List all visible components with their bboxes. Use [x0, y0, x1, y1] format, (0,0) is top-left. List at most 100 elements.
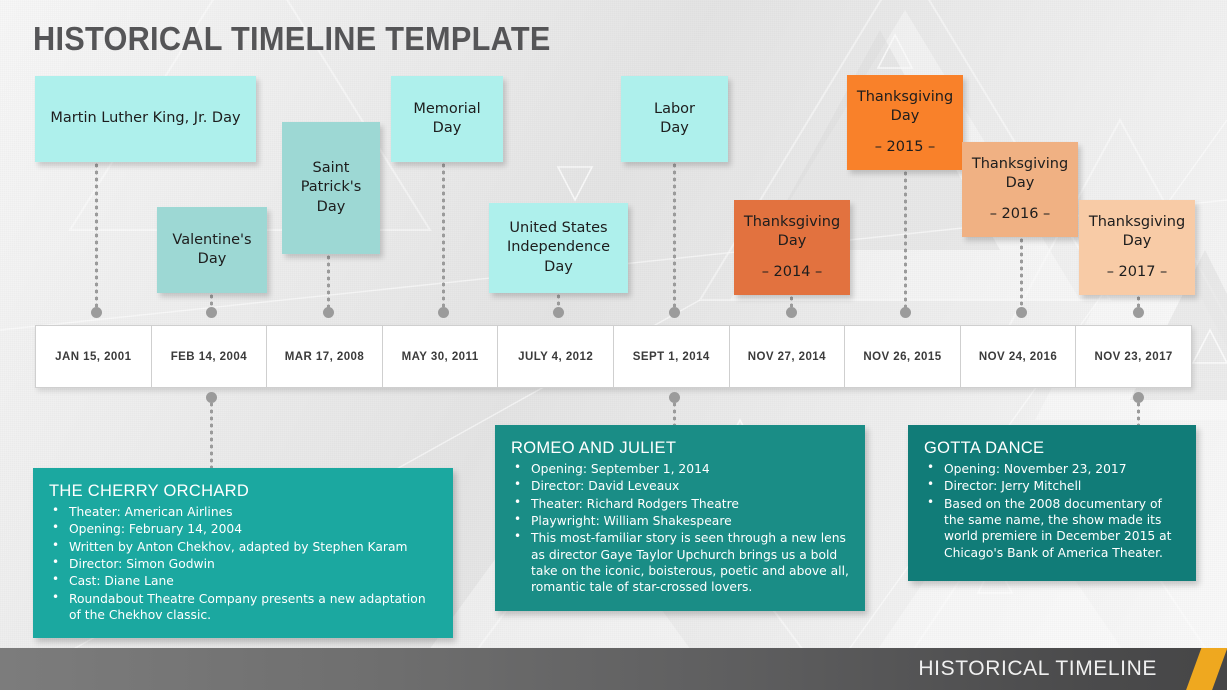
detail-card-bullet-list: Opening: September 1, 2014Director: Davi…	[511, 460, 849, 596]
connector-dots	[673, 162, 676, 309]
event-card-label: Thanksgiving Day	[971, 156, 1069, 192]
connector-endpoint-dot	[553, 307, 564, 318]
timeline-date-bar: JAN 15, 2001 FEB 14, 2004 MAR 17, 2008 MAY …	[35, 325, 1192, 388]
detail-card-title: THE CHERRY ORCHARD	[49, 482, 250, 500]
connector-line-thanksgiving-day-2017	[1133, 295, 1144, 318]
event-card-year: – 2014 –	[761, 263, 823, 280]
connector-endpoint-dot	[91, 307, 102, 318]
connector-endpoint-dot	[669, 307, 680, 318]
event-card-label: United States Independence Day	[506, 220, 611, 275]
detail-card-romeo-and-juliet[interactable]: ROMEO AND JULIET Opening: September 1, 20…	[495, 425, 865, 611]
timeline-date-cell[interactable]: SEPT 1, 2014	[614, 326, 730, 387]
connector-line-thanksgiving-day-2016	[1016, 237, 1027, 318]
event-card-label: Valentine's Day	[172, 231, 252, 267]
connector-endpoint-dot	[206, 307, 217, 318]
detail-card-bullet: This most-familiar story is seen through…	[511, 529, 849, 595]
connector-endpoint-dot	[1133, 307, 1144, 318]
event-card-label: Memorial Day	[413, 100, 481, 136]
connector-endpoint-dot	[669, 392, 680, 403]
timeline-date-label: NOV 24, 2016	[978, 350, 1058, 363]
event-card-labor-day[interactable]: Labor Day	[621, 76, 728, 162]
timeline-date-label: JULY 4, 2012	[518, 350, 594, 363]
detail-card-bullet: Roundabout Theatre Company presents a ne…	[49, 590, 437, 624]
connector-line-thanksgiving-day-2014	[786, 295, 797, 318]
connector-line-thanksgiving-day-2015	[900, 170, 911, 318]
timeline-date-cell[interactable]: FEB 14, 2004	[152, 326, 268, 387]
connector-endpoint-dot	[206, 392, 217, 403]
event-card-thanksgiving-day-2015[interactable]: Thanksgiving Day – 2015 –	[847, 75, 963, 170]
detail-card-title: GOTTA DANCE	[924, 439, 1045, 457]
connector-line-valentines-day	[206, 293, 217, 318]
connector-line-romeo-and-juliet	[669, 392, 680, 425]
connector-endpoint-dot	[1016, 307, 1027, 318]
slide-canvas: HISTORICAL TIMELINE TEMPLATE Martin Luth…	[0, 0, 1227, 690]
connector-endpoint-dot	[786, 307, 797, 318]
connector-dots	[1020, 237, 1023, 309]
footer-bar: HISTORICAL TIMELINE	[0, 648, 1227, 690]
detail-card-bullet: Opening: February 14, 2004	[49, 520, 437, 537]
connector-line-saint-patricks-day	[323, 254, 334, 318]
timeline-date-cell[interactable]: NOV 27, 2014	[730, 326, 846, 387]
connector-line-the-cherry-orchard	[206, 392, 217, 468]
detail-card-bullet: Director: Simon Godwin	[49, 555, 437, 572]
connector-dots	[327, 254, 330, 309]
connector-endpoint-dot	[1133, 392, 1144, 403]
detail-card-bullet: Director: Jerry Mitchell	[924, 477, 1180, 494]
detail-card-bullet-list: Opening: November 23, 2017Director: Jerr…	[924, 460, 1180, 561]
detail-card-the-cherry-orchard[interactable]: THE CHERRY ORCHARD Theater: American Airl…	[33, 468, 453, 639]
detail-card-bullet: Theater: American Airlines	[49, 503, 437, 520]
event-card-thanksgiving-day-2017[interactable]: Thanksgiving Day – 2017 –	[1079, 200, 1195, 295]
event-card-united-states-independence-day[interactable]: United States Independence Day	[489, 203, 628, 293]
detail-card-bullet: Opening: November 23, 2017	[924, 460, 1180, 477]
connector-line-memorial-day	[438, 162, 449, 318]
timeline-date-label: FEB 14, 2004	[170, 350, 248, 363]
event-card-thanksgiving-day-2016[interactable]: Thanksgiving Day – 2016 –	[962, 142, 1078, 237]
event-card-martin-luther-king-jr-day[interactable]: Martin Luther King, Jr. Day	[35, 76, 256, 162]
timeline-date-label: SEPT 1, 2014	[632, 350, 710, 363]
connector-endpoint-dot	[438, 307, 449, 318]
event-card-label: Martin Luther King, Jr. Day	[50, 110, 241, 127]
timeline-date-label: NOV 27, 2014	[747, 350, 826, 363]
detail-card-bullet: Playwright: William Shakespeare	[511, 512, 849, 529]
timeline-date-cell[interactable]: NOV 24, 2016	[961, 326, 1077, 387]
event-card-saint-patricks-day[interactable]: Saint Patrick's Day	[282, 122, 380, 254]
timeline-date-label: MAR 17, 2008	[284, 350, 365, 363]
timeline-date-label: JAN 15, 2001	[55, 350, 132, 363]
detail-card-bullet-list: Theater: American AirlinesOpening: Febru…	[49, 503, 437, 624]
timeline-date-label: MAY 30, 2011	[401, 350, 479, 363]
timeline-date-cell[interactable]: MAY 30, 2011	[383, 326, 499, 387]
detail-card-title: ROMEO AND JULIET	[511, 439, 677, 457]
event-card-thanksgiving-day-2014[interactable]: Thanksgiving Day – 2014 –	[734, 200, 850, 295]
detail-card-bullet: Director: David Leveaux	[511, 477, 849, 494]
connector-line-gotta-dance	[1133, 392, 1144, 425]
connector-line-united-states-independence-day	[553, 293, 564, 318]
detail-card-bullet: Based on the 2008 documentary of the sam…	[924, 495, 1180, 561]
timeline-date-label: NOV 26, 2015	[863, 350, 942, 363]
footer-label: HISTORICAL TIMELINE	[918, 657, 1157, 680]
timeline-date-cell[interactable]: MAR 17, 2008	[267, 326, 383, 387]
detail-card-bullet: Theater: Richard Rodgers Theatre	[511, 495, 849, 512]
event-card-valentines-day[interactable]: Valentine's Day	[157, 207, 267, 293]
detail-card-bullet: Cast: Diane Lane	[49, 572, 437, 589]
connector-line-martin-luther-king-jr-day	[91, 162, 102, 318]
timeline-date-cell[interactable]: JAN 15, 2001	[36, 326, 152, 387]
connector-dots	[442, 162, 445, 309]
detail-card-gotta-dance[interactable]: GOTTA DANCE Opening: November 23, 2017Dir…	[908, 425, 1196, 581]
timeline-date-cell[interactable]: NOV 23, 2017	[1076, 326, 1191, 387]
connector-dots	[904, 170, 907, 309]
event-card-memorial-day[interactable]: Memorial Day	[391, 76, 503, 162]
page-title: HISTORICAL TIMELINE TEMPLATE	[33, 20, 551, 57]
detail-card-bullet: Written by Anton Chekhov, adapted by Ste…	[49, 538, 437, 555]
timeline-date-cell[interactable]: NOV 26, 2015	[845, 326, 961, 387]
timeline-date-cell[interactable]: JULY 4, 2012	[498, 326, 614, 387]
event-card-label: Thanksgiving Day	[1088, 214, 1186, 250]
event-card-year: – 2017 –	[1106, 263, 1168, 280]
detail-card-bullet: Opening: September 1, 2014	[511, 460, 849, 477]
event-card-label: Labor Day	[653, 100, 695, 136]
connector-dots	[210, 401, 213, 468]
connector-dots	[1137, 401, 1140, 425]
event-card-label: Thanksgiving Day	[856, 89, 954, 125]
event-card-label: Saint Patrick's Day	[300, 160, 362, 215]
connector-endpoint-dot	[900, 307, 911, 318]
connector-dots	[95, 162, 98, 309]
